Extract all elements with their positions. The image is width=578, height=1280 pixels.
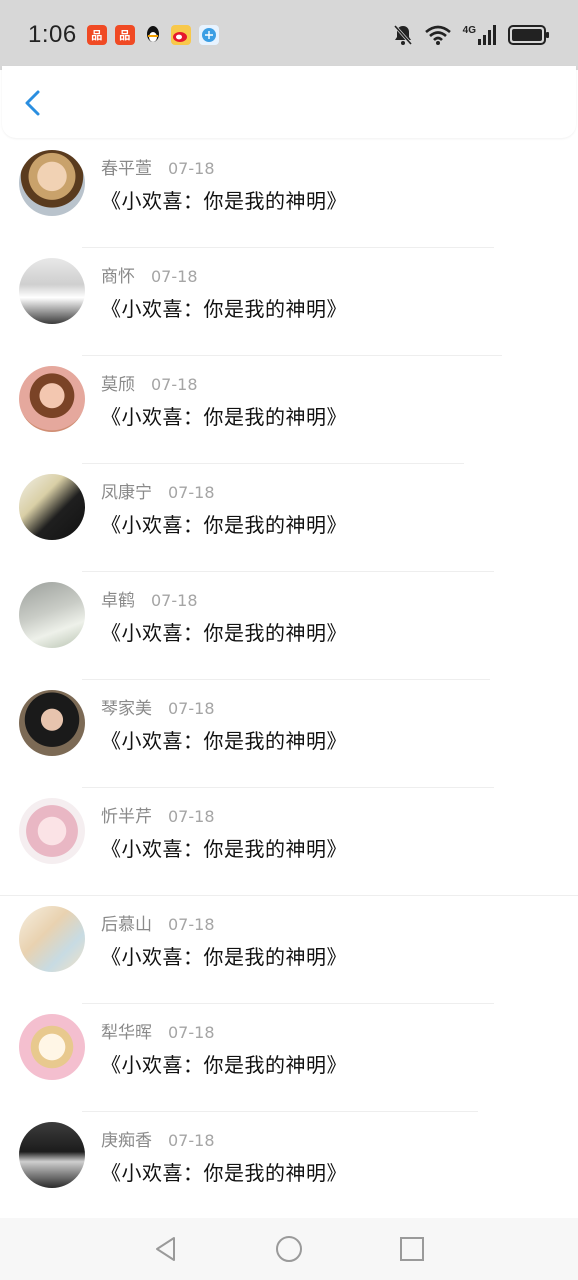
nav-recents-button[interactable] [398,1235,426,1263]
list-item[interactable]: 后慕山 07-18 《小欢喜：你是我的神明》 [0,896,578,1004]
author-name[interactable]: 后慕山 [101,910,152,935]
post-date: 07-18 [168,483,215,502]
post-date: 07-18 [151,375,198,394]
author-name[interactable]: 忻半芹 [101,802,152,827]
post-date: 07-18 [168,915,215,934]
item-title[interactable]: 《小欢喜：你是我的神明》 [101,401,347,430]
avatar[interactable] [19,690,85,756]
item-title[interactable]: 《小欢喜：你是我的神明》 [101,185,347,214]
status-time: 1:06 [28,21,77,48]
post-date: 07-18 [168,159,215,178]
system-nav-bar [0,1218,578,1280]
list-item[interactable]: 春平萱 07-18 《小欢喜：你是我的神明》 [0,140,578,248]
back-button[interactable] [18,88,48,118]
post-date: 07-18 [168,699,215,718]
author-name[interactable]: 莫颀 [101,370,135,395]
post-date: 07-18 [168,1131,215,1150]
author-name[interactable]: 庚痴香 [101,1126,152,1151]
notification-icons: 品 品 [86,25,219,45]
author-name[interactable]: 商怀 [101,262,135,287]
item-title[interactable]: 《小欢喜：你是我的神明》 [101,833,347,862]
list-item[interactable]: 琴家美 07-18 《小欢喜：你是我的神明》 [0,680,578,788]
list-item[interactable]: 犁华晖 07-18 《小欢喜：你是我的神明》 [0,1004,578,1112]
item-title[interactable]: 《小欢喜：你是我的神明》 [101,941,347,970]
post-date: 07-18 [151,267,198,286]
list-item[interactable]: 莫颀 07-18 《小欢喜：你是我的神明》 [0,356,578,464]
list-item[interactable]: 忻半芹 07-18 《小欢喜：你是我的神明》 [0,788,578,896]
item-title[interactable]: 《小欢喜：你是我的神明》 [101,1157,347,1186]
top-header [2,66,576,138]
nav-home-button[interactable] [275,1235,303,1263]
item-title[interactable]: 《小欢喜：你是我的神明》 [101,1049,347,1078]
post-date: 07-18 [151,591,198,610]
chevron-left-icon [25,90,40,116]
weibo-icon [170,25,191,45]
item-title[interactable]: 《小欢喜：你是我的神明》 [101,617,347,646]
system-status-icons: 4G [393,24,550,46]
avatar[interactable] [19,798,85,864]
list-item[interactable]: 庚痴香 07-18 《小欢喜：你是我的神明》 [0,1112,578,1220]
qq-icon [142,25,163,45]
item-title[interactable]: 《小欢喜：你是我的神明》 [101,509,347,538]
wifi-icon [424,25,451,45]
browser-icon [198,25,219,45]
avatar[interactable] [19,906,85,972]
avatar[interactable] [19,150,85,216]
avatar[interactable] [19,1014,85,1080]
circle-home-icon [276,1236,302,1262]
square-recents-icon [400,1237,424,1261]
shopping-app-icon-2: 品 [114,25,135,45]
signal-icon: 4G [463,25,496,45]
author-name[interactable]: 琴家美 [101,694,152,719]
item-title[interactable]: 《小欢喜：你是我的神明》 [101,725,347,754]
author-name[interactable]: 春平萱 [101,154,152,179]
avatar[interactable] [19,366,85,432]
avatar[interactable] [19,474,85,540]
author-name[interactable]: 凤康宁 [101,478,152,503]
nav-back-button[interactable] [152,1235,180,1263]
avatar[interactable] [19,582,85,648]
post-date: 07-18 [168,807,215,826]
list-item[interactable]: 凤康宁 07-18 《小欢喜：你是我的神明》 [0,464,578,572]
post-date: 07-18 [168,1023,215,1042]
list-item[interactable]: 商怀 07-18 《小欢喜：你是我的神明》 [0,248,578,356]
avatar[interactable] [19,1122,85,1188]
network-label: 4G [462,25,476,36]
list-item[interactable]: 卓鹤 07-18 《小欢喜：你是我的神明》 [0,572,578,680]
comment-list: 春平萱 07-18 《小欢喜：你是我的神明》 商怀 07-18 《小欢喜：你是我… [0,140,578,1220]
triangle-back-icon [156,1237,175,1261]
status-bar: 1:06 品 品 4G [0,0,578,70]
author-name[interactable]: 犁华晖 [101,1018,152,1043]
battery-icon [508,25,549,45]
author-name[interactable]: 卓鹤 [101,586,135,611]
item-title[interactable]: 《小欢喜：你是我的神明》 [101,293,347,322]
avatar[interactable] [19,258,85,324]
shopping-app-icon: 品 [86,25,107,45]
mute-bell-icon [393,25,412,45]
